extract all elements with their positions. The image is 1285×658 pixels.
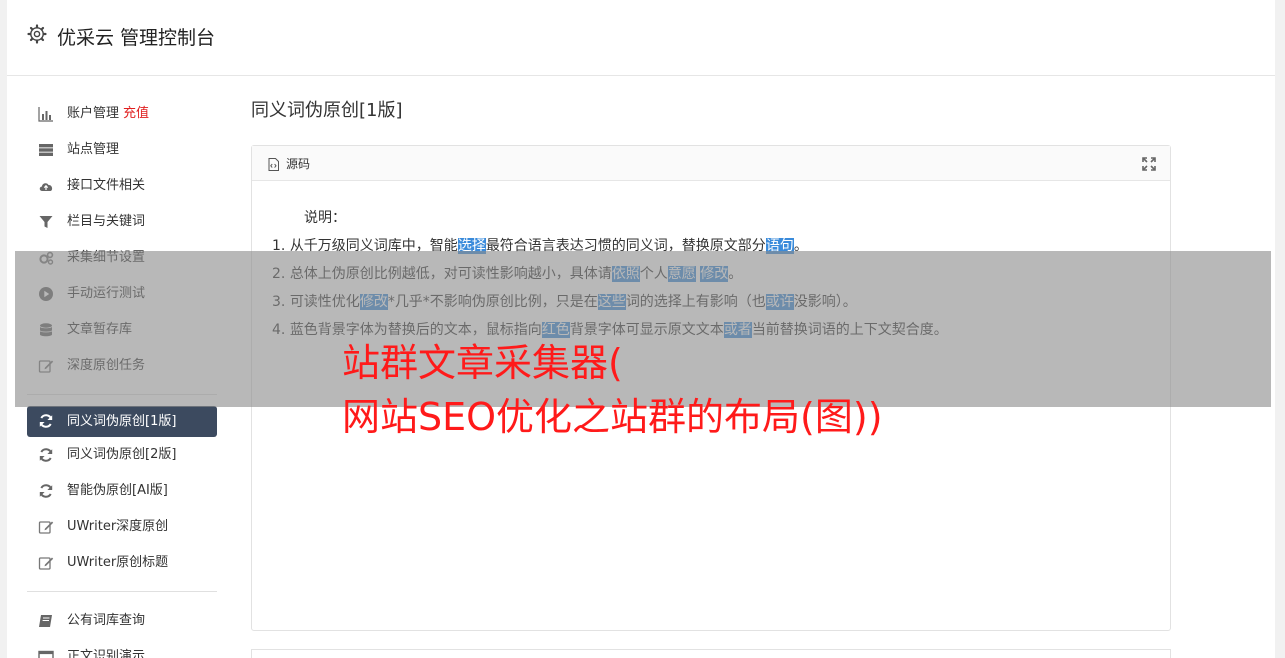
fullscreen-icon[interactable] bbox=[1142, 157, 1156, 171]
code-file-icon bbox=[268, 158, 279, 171]
overlay-line-1: 站群文章采集器( bbox=[342, 341, 623, 385]
sidebar-item-refresh-2-0[interactable]: 同义词伪原创[1版] bbox=[27, 406, 217, 437]
filter-icon bbox=[39, 216, 53, 228]
sidebar-item-label: UWriter深度原创 bbox=[67, 519, 169, 534]
sidebar-item-label: 智能伪原创[AI版] bbox=[67, 483, 168, 498]
sidebar-item-label: 账户管理 bbox=[67, 106, 120, 121]
refresh-icon bbox=[39, 484, 53, 498]
sidebar-item-label: 站点管理 bbox=[67, 142, 120, 157]
sidebar-item-server-1-1[interactable]: 站点管理 bbox=[27, 132, 217, 168]
gear-icon[interactable] bbox=[27, 24, 47, 44]
sidebar-item-book-3-0[interactable]: 公有词库查询 bbox=[27, 603, 217, 639]
sidebar-item-label: 正文识别演示 bbox=[67, 649, 146, 658]
sidebar-item-filter-1-3[interactable]: 栏目与关键词 bbox=[27, 204, 217, 240]
window-icon bbox=[38, 650, 54, 658]
book-icon bbox=[39, 615, 52, 627]
app-title: 优采云 管理控制台 bbox=[57, 27, 216, 49]
content-area: 同义词伪原创[1版] 源码 说明： 1. 从千万级同义词库中，智能选择最符合语言… bbox=[251, 96, 1171, 631]
sidebar-item-refresh-2-1[interactable]: 同义词伪原创[2版] bbox=[27, 437, 217, 473]
recharge-link[interactable]: 充值 bbox=[123, 106, 149, 121]
sidebar-divider bbox=[27, 591, 217, 592]
sidebar-item-label: 接口文件相关 bbox=[67, 178, 146, 193]
sidebar-item-cloud-upload-1-2[interactable]: 接口文件相关 bbox=[27, 168, 217, 204]
sidebar-item-label: 公有词库查询 bbox=[67, 613, 146, 628]
sidebar-item-label: 同义词伪原创[2版] bbox=[67, 447, 177, 462]
edit-icon bbox=[38, 521, 54, 534]
sidebar-item-refresh-2-2[interactable]: 智能伪原创[AI版] bbox=[27, 473, 217, 509]
refresh-icon bbox=[39, 414, 53, 428]
refresh-icon bbox=[39, 448, 53, 462]
sidebar-item-bar-chart-1-0[interactable]: 账户管理 充值 bbox=[27, 96, 217, 132]
edit-icon bbox=[38, 557, 54, 570]
description-heading: 说明： bbox=[304, 210, 346, 226]
source-label[interactable]: 源码 bbox=[286, 155, 310, 172]
sidebar-item-label: UWriter原创标题 bbox=[67, 555, 169, 570]
top-bar: 优采云 管理控制台 bbox=[7, 0, 1275, 76]
cloud-upload-icon bbox=[39, 183, 53, 191]
sidebar-item-window-3-1[interactable]: 正文识别演示 bbox=[27, 639, 217, 658]
sidebar-item-label: 同义词伪原创[1版] bbox=[67, 414, 177, 429]
sidebar-item-edit-2-3[interactable]: UWriter深度原创 bbox=[27, 509, 217, 545]
bar-chart-icon bbox=[38, 107, 53, 122]
page-title: 同义词伪原创[1版] bbox=[251, 100, 403, 121]
sidebar-item-label: 栏目与关键词 bbox=[67, 214, 146, 229]
panel-header: 源码 bbox=[252, 146, 1170, 181]
second-panel bbox=[251, 649, 1171, 658]
sidebar-item-edit-2-4[interactable]: UWriter原创标题 bbox=[27, 545, 217, 581]
overlay-title: 站群文章采集器( 网站SEO优化之站群的布局(图)) bbox=[342, 336, 883, 444]
server-icon bbox=[39, 144, 53, 156]
overlay-line-2: 网站SEO优化之站群的布局(图)) bbox=[342, 395, 883, 439]
